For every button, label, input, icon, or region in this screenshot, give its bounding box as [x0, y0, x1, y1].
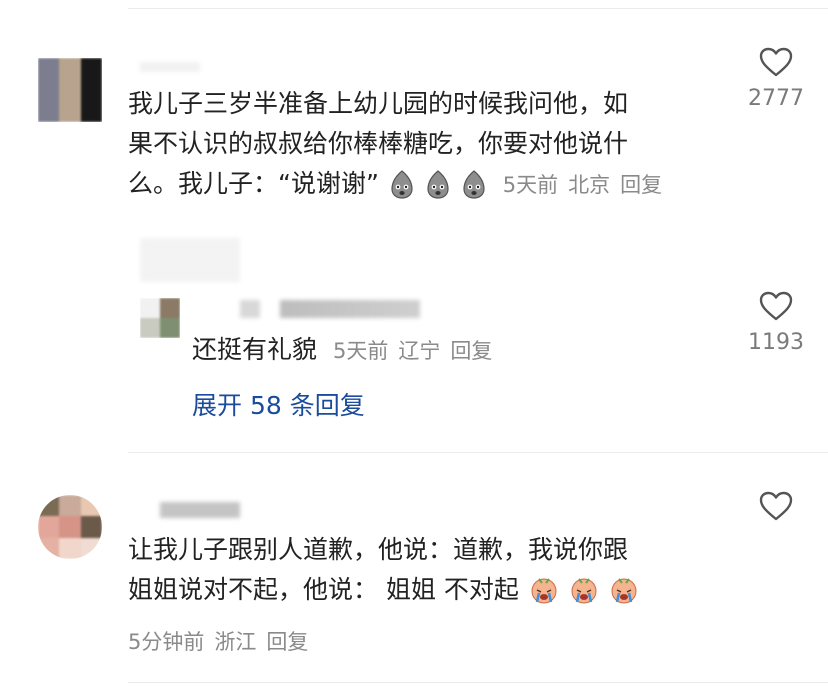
avatar[interactable] — [140, 298, 180, 338]
reply-text: 还挺有礼貌 5天前 辽宁 回复 — [192, 330, 502, 371]
like-button[interactable]: 1193 — [731, 290, 821, 355]
like-count: 2777 — [748, 86, 804, 111]
heart-icon — [759, 491, 793, 521]
comment-meta: 5分钟前 浙江 回复 — [128, 626, 308, 656]
comment-line: 果不认识的叔叔给你棒棒糖吃，你要对他说什 — [128, 129, 629, 158]
sweat-face-icon — [423, 169, 459, 199]
username-blurred[interactable] — [130, 502, 240, 518]
comment-location: 北京 — [568, 173, 611, 197]
comment-time: 5分钟前 — [128, 630, 205, 654]
comment-text: 我儿子三岁半准备上幼儿园的时候我问他，如 果不认识的叔叔给你棒棒糖吃，你要对他说… — [128, 84, 728, 205]
heart-icon — [759, 291, 793, 321]
crying-face-icon — [567, 575, 607, 604]
reply-time: 5天前 — [332, 339, 389, 363]
sweat-face-icon — [387, 169, 423, 199]
like-count: 1193 — [748, 330, 804, 355]
divider — [128, 452, 828, 453]
divider-top — [128, 8, 828, 9]
comment-line: 让我儿子跟别人道歉，他说：道歉，我说你跟 — [128, 535, 629, 564]
comment-line-last: 么。我儿子：“说谢谢” 5天前 北京 回复 — [128, 164, 728, 205]
reply-meta: 5天前 辽宁 回复 — [333, 339, 502, 363]
like-button[interactable]: 2777 — [731, 46, 821, 111]
username-blurred[interactable] — [200, 300, 420, 318]
comment-line: 我儿子三岁半准备上幼儿园的时候我问他，如 — [128, 89, 629, 118]
comment-time: 5天前 — [502, 173, 559, 197]
comment-line-last: 姐姐说对不起，他说： 姐姐 不对起 — [128, 570, 748, 610]
sweat-face-icon — [459, 169, 495, 199]
blurred-region — [140, 238, 240, 282]
reply-location: 辽宁 — [398, 339, 441, 363]
crying-face-icon — [527, 575, 567, 604]
comment-line: 姐姐说对不起，他说： 姐姐 不对起 — [128, 575, 519, 604]
reply-button[interactable]: 回复 — [620, 173, 662, 197]
reply-button[interactable]: 回复 — [450, 339, 492, 363]
heart-icon — [759, 47, 793, 77]
divider-bottom — [128, 682, 828, 683]
reply-button[interactable]: 回复 — [266, 630, 308, 654]
avatar[interactable] — [38, 58, 102, 122]
reply-content: 还挺有礼貌 — [192, 335, 318, 364]
comment-location: 浙江 — [214, 630, 257, 654]
comment-meta: 5天前 北京 回复 — [503, 173, 672, 197]
avatar[interactable] — [38, 495, 102, 559]
comment-line: 么。我儿子：“说谢谢” — [128, 169, 379, 198]
comment-text: 让我儿子跟别人道歉，他说：道歉，我说你跟 姐姐说对不起，他说： 姐姐 不对起 — [128, 530, 748, 610]
crying-face-icon — [607, 575, 639, 604]
username-blurred[interactable] — [140, 62, 200, 72]
like-button[interactable] — [731, 490, 821, 530]
expand-replies-button[interactable]: 展开 58 条回复 — [192, 386, 365, 422]
